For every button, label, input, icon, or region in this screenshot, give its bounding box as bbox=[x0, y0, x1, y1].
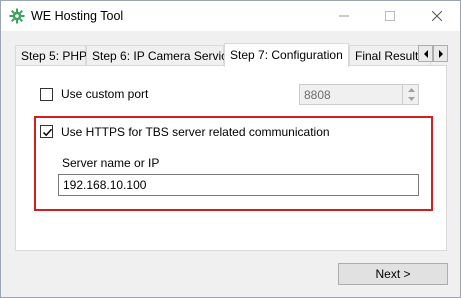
tab-step5-php[interactable]: Step 5: PHP bbox=[15, 45, 88, 66]
tab-label: Step 5: PHP bbox=[21, 49, 88, 63]
minimize-icon bbox=[339, 15, 349, 17]
checkmark-icon bbox=[42, 128, 53, 137]
port-input[interactable]: 8808 bbox=[299, 84, 419, 105]
tab-strip: Step 5: PHP Step 6: IP Camera Service St… bbox=[15, 43, 448, 67]
https-label: Use HTTPS for TBS server related communi… bbox=[61, 125, 330, 139]
chevron-up-icon bbox=[407, 87, 415, 92]
spin-down-button[interactable] bbox=[403, 94, 419, 103]
maximize-button[interactable] bbox=[367, 1, 413, 31]
window-title: WE Hosting Tool bbox=[31, 9, 124, 23]
minimize-button[interactable] bbox=[321, 1, 367, 31]
https-checkbox[interactable] bbox=[40, 125, 53, 138]
tab-step7-configuration[interactable]: Step 7: Configuration bbox=[224, 43, 349, 67]
close-icon bbox=[432, 11, 442, 21]
tab-scroll-right-button[interactable] bbox=[433, 45, 448, 62]
server-name-label: Server name or IP bbox=[62, 156, 160, 170]
chevron-down-icon bbox=[407, 96, 415, 101]
server-name-input[interactable]: 192.168.10.100 bbox=[58, 174, 419, 196]
port-spinner[interactable] bbox=[402, 85, 418, 104]
title-bar: WE Hosting Tool bbox=[1, 1, 460, 31]
app-window: WE Hosting Tool Step 5: PHP Step 6: IP C… bbox=[0, 0, 461, 298]
arrow-left-icon bbox=[423, 49, 428, 58]
tab-scroll-left-button[interactable] bbox=[418, 45, 433, 62]
gear-app-icon bbox=[9, 8, 25, 24]
custom-port-label: Use custom port bbox=[61, 87, 149, 101]
tab-label: Step 6: IP Camera Service bbox=[92, 49, 234, 63]
spin-up-button[interactable] bbox=[403, 85, 419, 94]
custom-port-checkbox[interactable] bbox=[40, 88, 53, 101]
close-button[interactable] bbox=[414, 1, 460, 31]
tab-label: Final Results bbox=[355, 49, 425, 63]
tab-label: Step 7: Configuration bbox=[230, 48, 343, 62]
tab-step6-ip-camera[interactable]: Step 6: IP Camera Service bbox=[86, 45, 234, 66]
maximize-icon bbox=[385, 11, 395, 21]
arrow-right-icon bbox=[438, 49, 443, 58]
next-button[interactable]: Next > bbox=[338, 263, 448, 285]
